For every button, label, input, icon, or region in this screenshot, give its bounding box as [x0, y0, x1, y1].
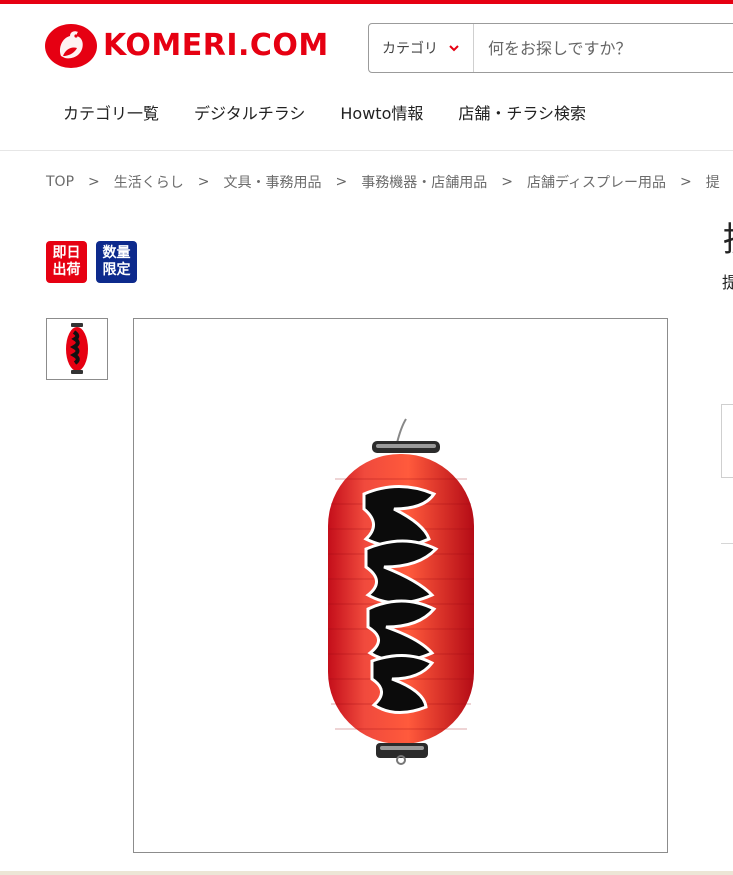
badge-line: 出荷	[52, 262, 81, 278]
chevron-down-icon	[449, 45, 459, 52]
search-bar: カテゴリ	[368, 23, 733, 73]
product-badges: 即日 出荷 数量 限定	[46, 241, 137, 283]
breadcrumb: TOP > 生活くらし > 文具・事務用品 > 事務機器・店舗用品 > 店舗ディ…	[46, 172, 720, 192]
footer-edge	[0, 871, 733, 875]
limited-quantity-badge: 数量 限定	[96, 241, 137, 283]
breadcrumb-separator: >	[335, 174, 348, 190]
product-thumbnail[interactable]	[46, 318, 108, 380]
main-nav: カテゴリ一覧 デジタルチラシ Howto情報 店舗・チラシ検索	[63, 100, 586, 124]
nav-item-store-search[interactable]: 店舗・チラシ検索	[458, 100, 586, 124]
red-lantern-image	[328, 418, 474, 765]
product-subtitle: 提	[722, 273, 733, 292]
breadcrumb-item-store-display[interactable]: 店舗ディスプレー用品	[527, 172, 666, 192]
rooster-logo-icon	[45, 24, 97, 68]
nav-item-digital-flyer[interactable]: デジタルチラシ	[194, 100, 305, 124]
main-product-image[interactable]	[133, 318, 668, 853]
product-page: KOMERI.COM カテゴリ カテゴリ一覧 デジタルチラシ Howto情報 店…	[0, 0, 733, 875]
breadcrumb-separator: >	[501, 174, 513, 190]
site-logo[interactable]: KOMERI.COM	[45, 24, 329, 68]
badge-line: 限定	[102, 262, 131, 278]
breadcrumb-item-current[interactable]: 提	[706, 172, 720, 192]
breadcrumb-item-living[interactable]: 生活くらし	[114, 172, 184, 192]
breadcrumb-item-stationery[interactable]: 文具・事務用品	[223, 172, 321, 192]
breadcrumb-item-office-equipment[interactable]: 事務機器・店舗用品	[361, 172, 487, 192]
breadcrumb-separator: >	[88, 174, 100, 190]
search-category-select[interactable]: カテゴリ	[369, 24, 474, 72]
badge-line: 即日	[52, 245, 81, 261]
logo-text: KOMERI.COM	[103, 28, 329, 63]
badge-line: 数量	[102, 245, 131, 261]
search-category-label: カテゴリ	[382, 41, 438, 57]
divider	[721, 543, 733, 544]
nav-item-howto[interactable]: Howto情報	[340, 100, 423, 124]
breadcrumb-separator: >	[679, 174, 692, 190]
breadcrumb-separator: >	[197, 174, 210, 190]
same-day-shipping-badge: 即日 出荷	[46, 241, 87, 283]
lantern-thumbnail-icon	[66, 323, 88, 374]
breadcrumb-item-top[interactable]: TOP	[46, 174, 74, 190]
site-header: KOMERI.COM カテゴリ カテゴリ一覧 デジタルチラシ Howto情報 店…	[0, 4, 733, 151]
product-option-box[interactable]	[721, 404, 733, 478]
nav-item-categories[interactable]: カテゴリ一覧	[63, 100, 159, 124]
search-input[interactable]	[474, 23, 733, 73]
product-title: 提	[723, 212, 733, 261]
